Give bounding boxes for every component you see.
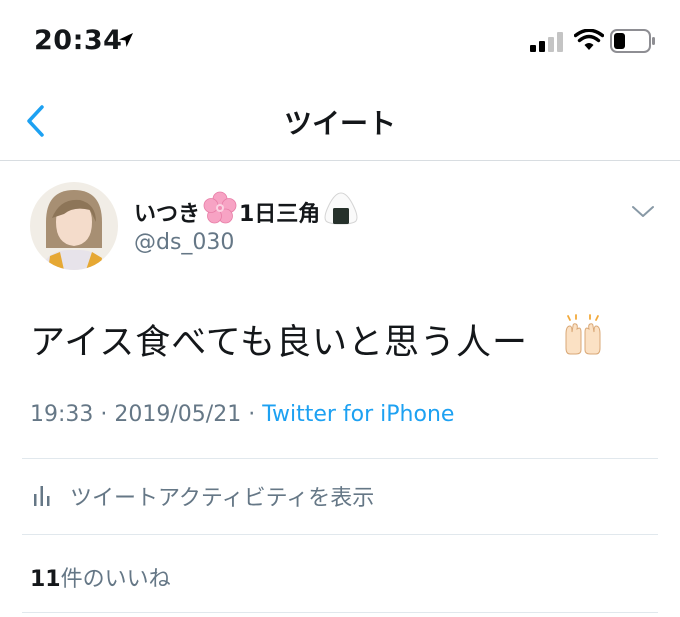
rice-ball-emoji	[324, 192, 358, 225]
view-tweet-activity-button[interactable]: ツイートアクティビティを表示	[70, 480, 374, 512]
user-handle[interactable]: @ds_030	[134, 230, 234, 255]
tweet-text: アイス食べても良いと思う人ー	[30, 323, 529, 363]
meta-separator: ·	[93, 402, 115, 427]
display-name-suffix[interactable]: 1日三角	[239, 196, 320, 228]
wifi-icon	[574, 29, 604, 50]
display-name[interactable]: いつき	[134, 196, 200, 228]
tweet-source-link[interactable]: Twitter for iPhone	[262, 402, 454, 427]
divider	[22, 458, 658, 459]
divider	[22, 612, 658, 613]
raising-hands-emoji	[565, 314, 601, 355]
likes-count[interactable]: 11件のいいね	[30, 561, 171, 593]
battery-icon	[610, 29, 655, 53]
chevron-down-icon[interactable]	[630, 203, 656, 221]
status-bar: 20:34	[0, 0, 680, 84]
page-title: ツイート	[283, 107, 396, 140]
meta-separator: ·	[241, 402, 263, 427]
tweet-time: 19:33	[30, 402, 94, 427]
cherry-blossom-emoji	[203, 191, 237, 224]
bar-chart-icon	[34, 486, 50, 506]
likes-label: 件のいいね	[60, 567, 171, 592]
avatar[interactable]	[30, 182, 118, 270]
status-time: 20:34	[34, 25, 123, 56]
tweet-metadata: 19:33 · 2019/05/21 · Twitter for iPhone	[30, 402, 454, 427]
location-arrow-icon	[119, 33, 133, 47]
divider	[22, 534, 658, 535]
cellular-signal-icon	[530, 32, 563, 52]
tweet-date: 2019/05/21	[114, 402, 242, 427]
likes-number: 11	[30, 567, 61, 592]
